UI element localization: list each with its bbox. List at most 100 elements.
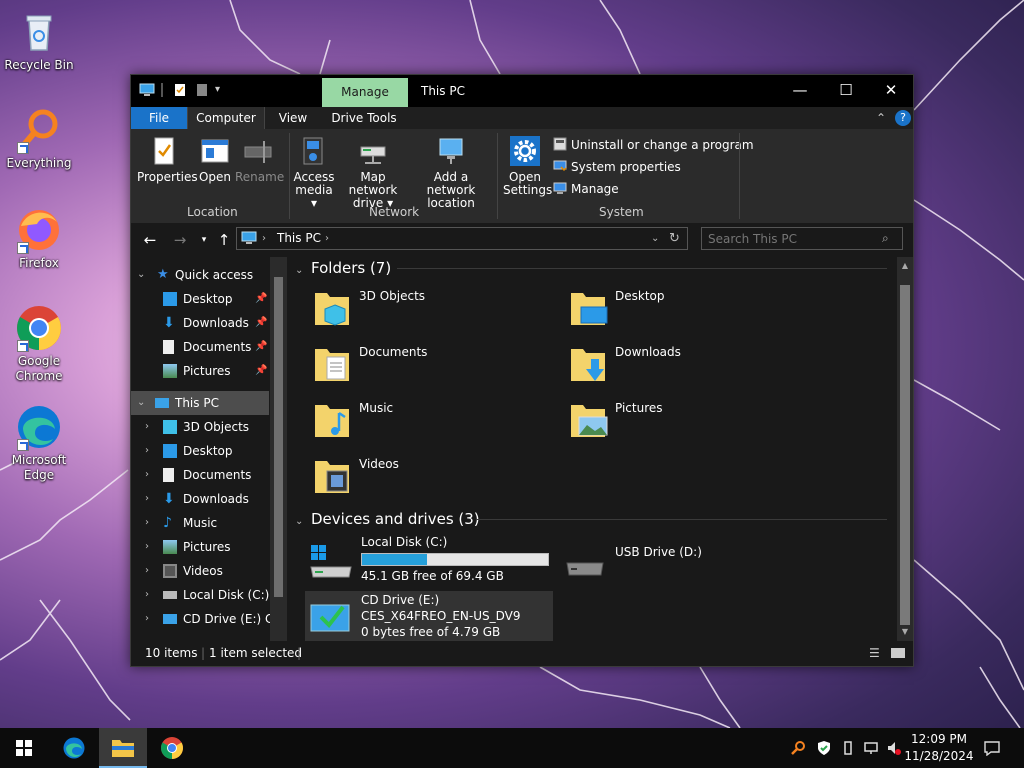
chevron-down-icon[interactable]: ⌄ xyxy=(295,516,303,527)
breadcrumb-this-pc[interactable]: This PC xyxy=(277,228,321,249)
chevron-right-icon[interactable]: › xyxy=(145,559,157,583)
rename-button[interactable]: Rename xyxy=(235,135,284,184)
nav-scroll-thumb[interactable] xyxy=(274,277,283,597)
manage-button[interactable]: Manage xyxy=(553,179,619,199)
tab-drive-tools[interactable]: Drive Tools xyxy=(327,107,401,129)
nav-quick-downloads[interactable]: ⬇ Downloads 📌 xyxy=(131,311,271,335)
manage-contextual-tab[interactable]: Manage xyxy=(322,78,408,107)
taskbar-edge[interactable] xyxy=(50,728,98,768)
taskbar-chrome[interactable] xyxy=(148,728,196,768)
refresh-icon[interactable]: ↻ xyxy=(669,228,680,249)
content-scroll-thumb[interactable] xyxy=(900,285,910,625)
forward-button[interactable]: → xyxy=(169,229,191,251)
pin-icon[interactable]: 📌 xyxy=(255,311,267,335)
system-properties-button[interactable]: System properties xyxy=(553,157,681,177)
chevron-right-icon[interactable]: › xyxy=(145,583,157,607)
open-settings-button[interactable]: Open Settings xyxy=(503,135,552,197)
network-icon[interactable] xyxy=(864,740,880,756)
drive-usb-d[interactable]: USB Drive (D:) xyxy=(559,535,807,587)
folder-downloads[interactable]: Downloads xyxy=(567,339,807,389)
nav-pc-downloads[interactable]: › ⬇ Downloads xyxy=(131,487,271,511)
help-icon[interactable]: ? xyxy=(895,110,911,126)
folders-group-header[interactable]: Folders (7) xyxy=(311,259,391,277)
chevron-right-icon[interactable]: › xyxy=(145,511,157,535)
collapse-ribbon-icon[interactable]: ⌃ xyxy=(873,107,889,129)
pin-icon[interactable]: 📌 xyxy=(255,287,267,311)
close-button[interactable]: ✕ xyxy=(868,75,914,106)
folder-3d-objects[interactable]: 3D Objects xyxy=(311,283,551,333)
back-button[interactable]: ← xyxy=(139,229,161,251)
nav-pc-cd-drive[interactable]: › CD Drive (E:) CES xyxy=(131,607,287,631)
access-media-button[interactable]: Access media ▾ xyxy=(293,135,335,210)
chevron-right-icon[interactable]: › xyxy=(145,463,157,487)
search-box[interactable]: ⌕ xyxy=(701,227,903,250)
chevron-right-icon[interactable]: › xyxy=(145,415,157,439)
drive-cd-e[interactable]: CD Drive (E:) CES_X64FREO_EN-US_DV9 0 by… xyxy=(305,591,553,641)
chevron-right-icon[interactable]: › xyxy=(145,439,157,463)
chevron-down-icon[interactable]: ⌄ xyxy=(137,391,149,415)
start-button[interactable] xyxy=(0,728,48,768)
chevron-down-icon[interactable]: ⌄ xyxy=(137,263,149,287)
nav-pane-scrollbar[interactable] xyxy=(270,257,287,641)
folder-videos[interactable]: Videos xyxy=(311,451,551,501)
nav-pc-pictures[interactable]: › Pictures xyxy=(131,535,271,559)
security-shield-icon[interactable] xyxy=(816,740,832,756)
desktop-icon-firefox[interactable]: Firefox xyxy=(0,206,78,271)
devices-group-header[interactable]: Devices and drives (3) xyxy=(311,510,480,528)
taskbar-file-explorer[interactable] xyxy=(99,728,147,768)
chevron-right-icon[interactable]: › xyxy=(145,535,157,559)
recent-locations-chevron-icon[interactable]: ▾ xyxy=(193,229,215,251)
nav-quick-pictures[interactable]: Pictures 📌 xyxy=(131,359,271,383)
maximize-button[interactable]: ☐ xyxy=(823,75,869,106)
map-network-drive-button[interactable]: Map network drive ▾ xyxy=(337,135,409,210)
scroll-down-arrow-icon[interactable]: ▼ xyxy=(897,625,913,639)
notification-center-icon[interactable] xyxy=(984,740,1000,757)
nav-quick-access[interactable]: ⌄ ★ Quick access xyxy=(131,263,271,287)
taskbar-clock[interactable]: 12:09 PM 11/28/2024 xyxy=(904,731,974,765)
nav-quick-desktop[interactable]: Desktop 📌 xyxy=(131,287,271,311)
folder-desktop[interactable]: Desktop xyxy=(567,283,807,333)
address-history-chevron-icon[interactable]: ⌄ xyxy=(651,228,659,249)
drive-local-disk-c[interactable]: Local Disk (C:) 45.1 GB free of 69.4 GB xyxy=(305,535,553,587)
nav-pc-local-disk[interactable]: › Local Disk (C:) xyxy=(131,583,271,607)
nav-pc-music[interactable]: › ♪ Music xyxy=(131,511,271,535)
new-folder-quick-icon[interactable] xyxy=(195,83,211,97)
properties-quick-icon[interactable] xyxy=(173,83,189,97)
tab-computer[interactable]: Computer xyxy=(187,107,265,129)
nav-this-pc[interactable]: ⌄ This PC xyxy=(131,391,269,415)
nav-pc-3d-objects[interactable]: › 3D Objects xyxy=(131,415,271,439)
uninstall-program-button[interactable]: Uninstall or change a program xyxy=(553,135,754,155)
breadcrumb-chevron-icon[interactable]: › xyxy=(325,228,329,249)
pin-icon[interactable]: 📌 xyxy=(255,335,267,359)
pin-icon[interactable]: 📌 xyxy=(255,359,267,383)
details-view-icon[interactable]: ☰ xyxy=(869,641,880,666)
add-network-location-button[interactable]: Add a network location xyxy=(411,135,491,210)
nav-pc-desktop[interactable]: › Desktop xyxy=(131,439,271,463)
folder-documents[interactable]: Documents xyxy=(311,339,551,389)
properties-button[interactable]: Properties xyxy=(137,135,198,184)
content-scrollbar[interactable]: ▲ ▼ xyxy=(897,257,913,641)
nav-quick-documents[interactable]: Documents 📌 xyxy=(131,335,271,359)
address-bar[interactable]: › This PC › ⌄ ↻ xyxy=(236,227,688,250)
desktop-icon-edge[interactable]: Microsoft Edge xyxy=(0,403,78,483)
nav-pc-documents[interactable]: › Documents xyxy=(131,463,271,487)
search-input[interactable] xyxy=(708,230,878,247)
up-button[interactable]: ↑ xyxy=(213,229,235,251)
chevron-down-icon[interactable]: ⌄ xyxy=(295,265,303,276)
desktop-icon-recycle-bin[interactable]: Recycle Bin xyxy=(0,8,78,73)
minimize-button[interactable]: — xyxy=(777,75,823,106)
desktop-icon-everything[interactable]: Everything xyxy=(0,106,78,171)
folder-music[interactable]: Music xyxy=(311,395,551,445)
nav-pc-videos[interactable]: › Videos xyxy=(131,559,271,583)
chevron-right-icon[interactable]: › xyxy=(145,487,157,511)
usb-device-icon[interactable] xyxy=(840,740,856,756)
title-bar[interactable]: ▾ Manage This PC — ☐ ✕ xyxy=(131,75,913,107)
tab-file[interactable]: File xyxy=(131,107,187,129)
desktop-icon-chrome[interactable]: Google Chrome xyxy=(0,304,78,384)
scroll-up-arrow-icon[interactable]: ▲ xyxy=(897,259,913,273)
tab-view[interactable]: View xyxy=(273,107,313,129)
chevron-right-icon[interactable]: › xyxy=(145,607,157,631)
customize-quick-access-icon[interactable]: ▾ xyxy=(215,83,231,97)
large-icons-view-icon[interactable] xyxy=(891,648,905,658)
open-button[interactable]: Open xyxy=(197,135,233,184)
